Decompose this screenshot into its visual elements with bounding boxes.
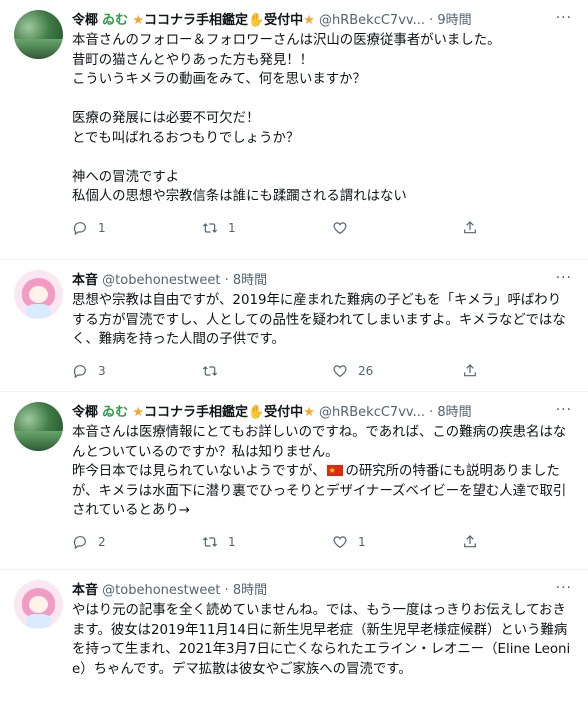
- user-handle[interactable]: @tobehonestweet: [102, 273, 220, 288]
- heart-icon: [333, 364, 347, 377]
- tweet-text: やはり元の記事を全く読めていませんね。では、もう一度はっきりお伝えしておきます。…: [72, 603, 571, 677]
- like-button[interactable]: 26: [332, 363, 462, 379]
- avatar-face: [29, 596, 48, 613]
- reply-button[interactable]: 3: [72, 363, 202, 379]
- tweet-actions: 3 26: [72, 360, 572, 382]
- china-flag-icon: [327, 461, 344, 481]
- retweet-count: 1: [228, 534, 236, 549]
- name-tag-status: 受付中: [264, 13, 304, 28]
- retweet-icon: [202, 365, 218, 376]
- more-options-icon[interactable]: ···: [556, 402, 572, 418]
- avatar-body: [26, 614, 51, 628]
- retweet-button[interactable]: 1: [202, 220, 332, 236]
- share-icon: [464, 534, 476, 547]
- display-name[interactable]: 本音: [72, 583, 98, 598]
- name-badge: ゐむ: [102, 405, 129, 420]
- avatar[interactable]: [14, 270, 63, 319]
- retweet-button[interactable]: [202, 363, 332, 379]
- name-tag-status: 受付中: [264, 405, 304, 420]
- more-options-icon[interactable]: ···: [556, 10, 572, 26]
- retweet-icon: [202, 536, 218, 547]
- separator-dot: ·: [429, 13, 434, 28]
- star-icon: ★: [303, 405, 315, 420]
- star-icon: ★: [132, 13, 144, 28]
- share-icon: [464, 363, 476, 376]
- reply-icon: [73, 364, 86, 378]
- heart-icon: [333, 535, 347, 548]
- avatar[interactable]: [14, 402, 63, 451]
- hand-icon: ✋: [247, 13, 265, 28]
- tweet-actions: 1 1: [72, 217, 572, 239]
- avatar[interactable]: [14, 580, 63, 629]
- tweet-text: 思想や宗教は自由ですが、2019年に産まれた難病の子どもを「キメラ」呼ばわりする…: [72, 293, 566, 347]
- like-count: 1: [358, 534, 366, 549]
- tweet[interactable]: 令椰 ゐむ ★ココナラ手相鑑定✋受付中★ @hRBekcC7vv... · 8時…: [0, 392, 588, 570]
- more-options-icon[interactable]: ···: [556, 580, 572, 596]
- tweet-header: 令椰 ゐむ ★ココナラ手相鑑定✋受付中★ @hRBekcC7vv... · 8時…: [72, 404, 572, 422]
- share-button[interactable]: [462, 363, 488, 379]
- tweet-text: 本音さんのフォロー＆フォロワーさんは沢山の医療従事者がいました。 昔町の猫さんと…: [72, 33, 501, 204]
- reply-count: 2: [98, 534, 106, 549]
- like-button[interactable]: 1: [332, 534, 462, 550]
- user-handle[interactable]: @hRBekcC7vv...: [319, 13, 425, 28]
- reply-button[interactable]: 2: [72, 534, 202, 550]
- tweet-header: 令椰 ゐむ ★ココナラ手相鑑定✋受付中★ @hRBekcC7vv... · 9時…: [72, 12, 572, 30]
- reply-icon: [73, 221, 86, 235]
- display-name[interactable]: 令椰: [72, 13, 98, 28]
- user-handle[interactable]: @tobehonestweet: [102, 583, 220, 598]
- separator-dot: ·: [429, 405, 434, 420]
- star-icon: ★: [303, 13, 315, 28]
- name-tag: ココナラ手相鑑定: [143, 405, 248, 420]
- share-button[interactable]: [462, 220, 488, 236]
- tweet[interactable]: 本音 @tobehonestweet · 8時間 ··· 思想や宗教は自由ですが…: [0, 260, 588, 392]
- retweet-count: 1: [228, 220, 236, 235]
- share-button[interactable]: [462, 534, 488, 550]
- tweet[interactable]: 令椰 ゐむ ★ココナラ手相鑑定✋受付中★ @hRBekcC7vv... · 9時…: [0, 0, 588, 260]
- reply-count: 3: [98, 363, 106, 378]
- heart-icon: [333, 221, 347, 234]
- tweet[interactable]: 本音 @tobehonestweet · 8時間 ··· やはり元の記事を全く読…: [0, 570, 588, 710]
- more-options-icon[interactable]: ···: [556, 270, 572, 286]
- tweet-header: 本音 @tobehonestweet · 8時間: [72, 582, 572, 600]
- avatar-body: [26, 304, 51, 318]
- avatar[interactable]: [14, 10, 63, 59]
- separator-dot: ·: [224, 583, 229, 598]
- timestamp[interactable]: 9時間: [437, 13, 471, 28]
- timestamp[interactable]: 8時間: [233, 273, 267, 288]
- display-name[interactable]: 本音: [72, 273, 98, 288]
- reply-button[interactable]: 1: [72, 220, 202, 236]
- reply-count: 1: [98, 220, 106, 235]
- separator-dot: ·: [224, 273, 229, 288]
- hand-icon: ✋: [247, 405, 265, 420]
- timestamp[interactable]: 8時間: [437, 405, 471, 420]
- name-tag: ココナラ手相鑑定: [143, 13, 248, 28]
- retweet-button[interactable]: 1: [202, 534, 332, 550]
- tweet-header: 本音 @tobehonestweet · 8時間: [72, 272, 572, 290]
- avatar-face: [29, 286, 48, 303]
- like-button[interactable]: [332, 220, 462, 236]
- star-icon: ★: [132, 405, 144, 420]
- share-icon: [464, 220, 476, 233]
- timestamp[interactable]: 8時間: [233, 583, 267, 598]
- retweet-icon: [202, 222, 218, 233]
- reply-icon: [73, 535, 86, 549]
- user-handle[interactable]: @hRBekcC7vv...: [319, 405, 425, 420]
- display-name[interactable]: 令椰: [72, 405, 98, 420]
- tweet-text: 本音さんは医療情報にとてもお詳しいのですね。であれば、この難病の疾患名はなんとつ…: [72, 423, 572, 521]
- name-badge: ゐむ: [102, 13, 129, 28]
- tweet-actions: 2 1 1: [72, 531, 572, 553]
- like-count: 26: [358, 363, 374, 378]
